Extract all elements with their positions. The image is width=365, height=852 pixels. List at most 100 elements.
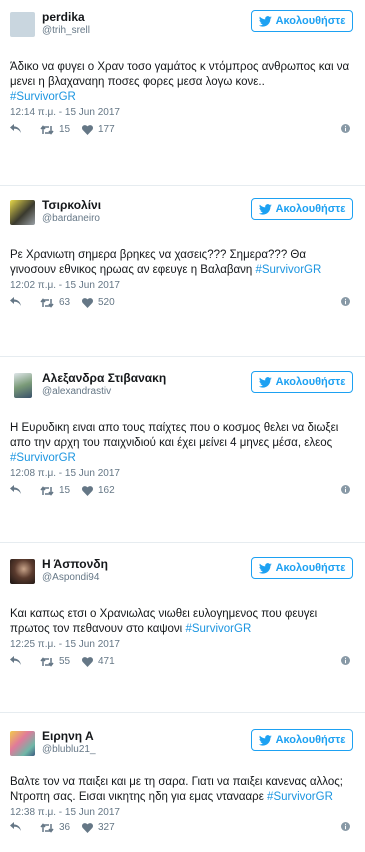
twitter-bird-icon bbox=[258, 562, 272, 574]
like-count: 162 bbox=[98, 485, 115, 496]
tweet-text: Ρε Χρανιωτη σημερα βρηκες να χασεις??? Σ… bbox=[10, 248, 355, 278]
heart-icon bbox=[82, 822, 93, 833]
retweet-count: 15 bbox=[59, 485, 71, 496]
display-name[interactable]: Ειρηνη Α bbox=[42, 729, 94, 743]
follow-label: Ακολουθήστε bbox=[275, 203, 346, 215]
twitter-bird-icon bbox=[258, 376, 272, 388]
twitter-bird-icon bbox=[258, 15, 272, 27]
display-name[interactable]: Τσιρκολίνι bbox=[42, 198, 101, 212]
display-name[interactable]: perdika bbox=[42, 10, 85, 24]
like-button[interactable]: 162 bbox=[82, 485, 115, 496]
reply-icon bbox=[10, 485, 21, 494]
reply-button[interactable] bbox=[10, 485, 21, 494]
retweet-icon bbox=[40, 485, 54, 496]
tweet-text: Άδικο να φυγει ο Χραν τοσο γαμάτος κ ντό… bbox=[10, 60, 355, 105]
like-count: 177 bbox=[98, 124, 115, 135]
heart-icon bbox=[82, 485, 93, 496]
follow-label: Ακολουθήστε bbox=[275, 15, 346, 27]
user-handle[interactable]: @Aspondi94 bbox=[42, 572, 99, 583]
retweet-icon bbox=[40, 297, 54, 308]
like-button[interactable]: 327 bbox=[82, 822, 115, 833]
like-button[interactable]: 177 bbox=[82, 124, 115, 135]
info-icon bbox=[341, 656, 350, 665]
like-count: 327 bbox=[98, 822, 115, 833]
follow-button[interactable]: Ακολουθήστε bbox=[251, 198, 353, 220]
info-button[interactable] bbox=[341, 297, 350, 306]
display-name[interactable]: Αλεξανδρα Στιβανακη bbox=[42, 371, 166, 385]
tweet-body: Και καπως ετσι ο Χρανιωλας νιωθει ευλογη… bbox=[10, 608, 318, 635]
tweet-timestamp[interactable]: 12:25 π.μ. - 15 Jun 2017 bbox=[10, 639, 355, 650]
tweet-card: Η Άσπονδη @Aspondi94 Ακολουθήστε Και καπ… bbox=[0, 542, 365, 688]
reply-button[interactable] bbox=[10, 297, 21, 306]
reply-icon bbox=[10, 822, 21, 831]
follow-label: Ακολουθήστε bbox=[275, 734, 346, 746]
tweet-timestamp[interactable]: 12:14 π.μ. - 15 Jun 2017 bbox=[10, 107, 355, 118]
tweet-header: Αλεξανδρα Στιβανακη @alexandrastiv Ακολο… bbox=[0, 371, 365, 407]
info-icon bbox=[341, 124, 350, 133]
display-name[interactable]: Η Άσπονδη bbox=[42, 557, 108, 571]
tweet-timestamp[interactable]: 12:02 π.μ. - 15 Jun 2017 bbox=[10, 280, 355, 291]
retweet-button[interactable]: 15 bbox=[40, 124, 70, 135]
avatar[interactable] bbox=[10, 12, 35, 37]
info-icon bbox=[341, 297, 350, 306]
retweet-button[interactable]: 55 bbox=[40, 656, 70, 667]
retweet-button[interactable]: 36 bbox=[40, 822, 70, 833]
like-button[interactable]: 520 bbox=[82, 297, 115, 308]
tweet-text: Και καπως ετσι ο Χρανιωλας νιωθει ευλογη… bbox=[10, 607, 355, 637]
like-count: 471 bbox=[98, 656, 115, 667]
follow-label: Ακολουθήστε bbox=[275, 376, 346, 388]
info-button[interactable] bbox=[341, 656, 350, 665]
heart-icon bbox=[82, 124, 93, 135]
tweet-actions: 63 520 bbox=[0, 297, 365, 315]
follow-button[interactable]: Ακολουθήστε bbox=[251, 729, 353, 751]
tweet-timestamp[interactable]: 12:08 π.μ. - 15 Jun 2017 bbox=[10, 468, 355, 479]
hashtag-link[interactable]: #SurvivorGR bbox=[10, 91, 76, 103]
reply-button[interactable] bbox=[10, 124, 21, 133]
reply-icon bbox=[10, 124, 21, 133]
retweet-button[interactable]: 63 bbox=[40, 297, 70, 308]
user-handle[interactable]: @trih_srell bbox=[42, 25, 90, 36]
tweet-card: Τσιρκολίνι @bardaneiro Ακολουθήστε Ρε Χρ… bbox=[0, 185, 365, 330]
tweet-header: Τσιρκολίνι @bardaneiro Ακολουθήστε bbox=[0, 198, 365, 234]
retweet-count: 55 bbox=[59, 656, 71, 667]
reply-button[interactable] bbox=[10, 822, 21, 831]
info-button[interactable] bbox=[341, 124, 350, 133]
heart-icon bbox=[82, 656, 93, 667]
tweet-header: Ειρηνη Α @blublu21_ Ακολουθήστε bbox=[0, 729, 365, 765]
hashtag-link[interactable]: #SurvivorGR bbox=[255, 264, 321, 276]
info-button[interactable] bbox=[341, 822, 350, 831]
reply-icon bbox=[10, 656, 21, 665]
follow-button[interactable]: Ακολουθήστε bbox=[251, 371, 353, 393]
user-handle[interactable]: @blublu21_ bbox=[42, 744, 96, 755]
tweet-timestamp[interactable]: 12:38 π.μ. - 15 Jun 2017 bbox=[10, 807, 355, 818]
tweet-card: Ειρηνη Α @blublu21_ Ακολουθήστε Βαλτε το… bbox=[0, 712, 365, 852]
avatar[interactable] bbox=[14, 373, 32, 398]
avatar[interactable] bbox=[10, 559, 35, 584]
user-handle[interactable]: @alexandrastiv bbox=[42, 386, 111, 397]
twitter-bird-icon bbox=[258, 734, 272, 746]
like-count: 520 bbox=[98, 297, 115, 308]
info-button[interactable] bbox=[341, 485, 350, 494]
reply-button[interactable] bbox=[10, 656, 21, 665]
tweet-actions: 55 471 bbox=[0, 656, 365, 674]
retweet-button[interactable]: 15 bbox=[40, 485, 70, 496]
tweet-header: Η Άσπονδη @Aspondi94 Ακολουθήστε bbox=[0, 557, 365, 593]
hashtag-link[interactable]: #SurvivorGR bbox=[267, 791, 333, 803]
tweet-header: perdika @trih_srell Ακολουθήστε bbox=[0, 10, 365, 46]
heart-icon bbox=[82, 297, 93, 308]
tweet-text: Η Ευρυδικη ειναι απο τους παίχτες που ο … bbox=[10, 421, 355, 466]
avatar[interactable] bbox=[10, 731, 35, 756]
follow-button[interactable]: Ακολουθήστε bbox=[251, 557, 353, 579]
tweet-body: Άδικο να φυγει ο Χραν τοσο γαμάτος κ ντό… bbox=[10, 61, 350, 88]
avatar[interactable] bbox=[10, 200, 35, 225]
reply-icon bbox=[10, 297, 21, 306]
like-button[interactable]: 471 bbox=[82, 656, 115, 667]
follow-button[interactable]: Ακολουθήστε bbox=[251, 10, 353, 32]
user-handle[interactable]: @bardaneiro bbox=[42, 213, 100, 224]
hashtag-link[interactable]: #SurvivorGR bbox=[10, 452, 76, 464]
retweet-count: 36 bbox=[59, 822, 71, 833]
retweet-icon bbox=[40, 822, 54, 833]
retweet-icon bbox=[40, 656, 54, 667]
tweet-card: Αλεξανδρα Στιβανακη @alexandrastiv Ακολο… bbox=[0, 356, 365, 518]
hashtag-link[interactable]: #SurvivorGR bbox=[185, 623, 251, 635]
